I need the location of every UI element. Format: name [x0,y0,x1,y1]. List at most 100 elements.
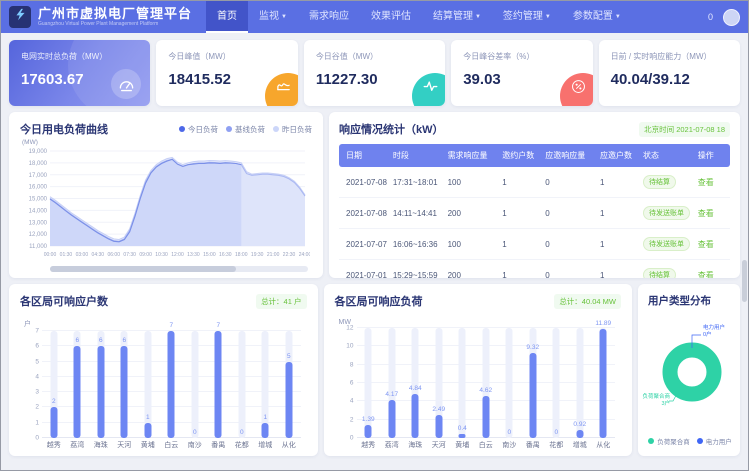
category-label: 南沙 [183,440,207,450]
bar-chart-categories: 越秀荔湾海珠天河黄埔白云南沙番禺花都增城从化 [42,440,301,450]
svg-text:15,000: 15,000 [29,197,48,203]
bar-column-海珠: 6 [89,331,113,438]
legend-dot [697,438,703,444]
table-column-header: 邀约户数 [499,144,542,167]
bar [576,430,583,438]
bar [365,425,372,438]
bar [97,346,104,438]
bar [144,423,151,438]
nav-item-2[interactable]: 监视▼ [248,1,298,33]
table-cell-status: 待发送账单 [640,229,695,260]
nav-item-label: 结算管理 [433,11,473,22]
svg-text:13:30: 13:30 [187,252,200,258]
svg-text:16:30: 16:30 [219,252,232,258]
legend-item-1[interactable]: 今日负荷 [179,124,218,135]
nav-item-1[interactable]: 首页 [206,1,248,33]
bar-track [553,328,560,438]
table-cell-action: 查看 [695,167,730,198]
donut-label-aggregator: 负荷聚合商 3户 [642,394,670,408]
svg-text:15:00: 15:00 [203,252,216,258]
view-link[interactable]: 查看 [698,178,714,187]
y-axis-tick: 8 [336,361,354,368]
nav-item-6[interactable]: 签约管理▼ [492,1,562,33]
table-cell-demand: 200 [445,198,500,229]
bar [435,415,442,438]
table-cell-date: 2021-07-08 [339,198,390,229]
legend-label: 今日负荷 [188,124,218,135]
bar-column-海珠: 4.84 [404,328,428,438]
table-row: 2021-07-0817:31~18:01100101待结算查看 [339,167,730,198]
bar-value-label: 9.32 [526,344,539,351]
app-header: 广州市虚拟电厂管理平台 Guangzhou Virtual Power Plan… [1,1,748,33]
bar-value-label: 4.17 [385,391,398,398]
kpi-card-4: 今日峰谷差率（%）39.03 [451,40,592,106]
chevron-down-icon: ▼ [281,14,287,20]
user-avatar[interactable] [723,9,740,26]
bar-column-番禺: 7 [207,331,231,438]
kpi-decoration-circle [68,40,150,106]
bar-column-从化: 5 [277,331,301,438]
district-users-total-badge: 总计：41 户 [256,294,306,309]
category-label: 黄埔 [451,440,475,450]
user-type-card: 用户类型分布 电力用户 0户 负荷聚合商 3户 负荷聚合商电力用户 [638,284,740,456]
category-label: 番禺 [207,440,231,450]
kpi-card-1: 电网实时总负荷（MW）17603.67 [9,40,150,106]
y-axis-tick: 2 [336,416,354,423]
district-load-chart: MW0246810121.394.174.842.490.44.6209.320… [335,319,622,450]
svg-text:14,000: 14,000 [29,208,48,214]
nav-item-5[interactable]: 结算管理▼ [422,1,492,33]
nav-item-7[interactable]: 参数配置▼ [562,1,632,33]
bar-column-越秀: 2 [42,331,66,438]
district-users-chart: 户0123456726661707015越秀荔湾海珠天河黄埔白云南沙番禺花都增城… [20,319,307,450]
donut-legend-item-2[interactable]: 电力用户 [697,436,732,446]
bar-column-荔湾: 6 [66,331,90,438]
legend-item-2[interactable]: 基线负荷 [226,124,265,135]
y-axis-tick: 12 [336,325,354,332]
svg-text:12,000: 12,000 [29,232,48,238]
view-link[interactable]: 查看 [698,209,714,218]
bars-group: 1.394.174.842.490.44.6209.3200.9211.89 [357,328,616,438]
view-link[interactable]: 查看 [698,240,714,249]
nav-item-3[interactable]: 需求响应 [298,1,360,33]
category-label: 增城 [568,440,592,450]
donut-legend-item-1[interactable]: 负荷聚合商 [648,436,690,446]
bar-track [459,328,466,438]
category-label: 白云 [160,440,184,450]
y-axis-tick: 0 [336,435,354,442]
bar-column-天河: 6 [113,331,137,438]
category-label: 黄埔 [136,440,160,450]
table-cell-invited: 1 [499,260,542,279]
chart-zoom-slider[interactable] [50,266,308,272]
load-curve-svg: 11,00012,00013,00014,00015,00016,00017,0… [20,146,310,258]
nav-item-4[interactable]: 效果评估 [360,1,422,33]
bar-column-越秀: 1.39 [357,328,381,438]
chart-zoom-slider-thumb[interactable] [50,266,236,272]
category-label: 花都 [230,440,254,450]
kpi-card-5: 日前 / 实时响应能力（MW）40.04/39.12 [599,40,740,106]
page-scrollbar-thumb[interactable] [742,260,747,302]
bar [412,394,419,438]
legend-item-3[interactable]: 昨日负荷 [273,124,312,135]
table-cell-responded: 0 [542,229,597,260]
bar-value-label: 0 [554,429,558,436]
notification-badge[interactable]: 0 [708,12,713,22]
category-label: 越秀 [42,440,66,450]
y-axis-tick: 10 [336,343,354,350]
bar-value-label: 6 [99,337,103,344]
svg-text:16,000: 16,000 [29,185,48,191]
table-row: 2021-07-0814:11~14:41200101待发送账单查看 [339,198,730,229]
category-label: 海珠 [404,440,428,450]
svg-text:19,000: 19,000 [29,149,48,155]
bar-chart-unit: 户 [24,319,307,329]
status-badge: 待结算 [643,175,676,189]
view-link[interactable]: 查看 [698,271,714,279]
bar-value-label: 0 [193,429,197,436]
table-cell-invited: 1 [499,167,542,198]
load-curve-chart: 11,00012,00013,00014,00015,00016,00017,0… [20,146,312,263]
bar-value-label: 4.84 [409,385,422,392]
svg-text:09:00: 09:00 [139,252,152,258]
y-axis-tick: 4 [21,373,39,380]
y-axis-tick: 6 [336,380,354,387]
page-scrollbar[interactable] [742,35,747,468]
user-type-donut-chart: 电力用户 0户 负荷聚合商 3户 [648,324,732,416]
